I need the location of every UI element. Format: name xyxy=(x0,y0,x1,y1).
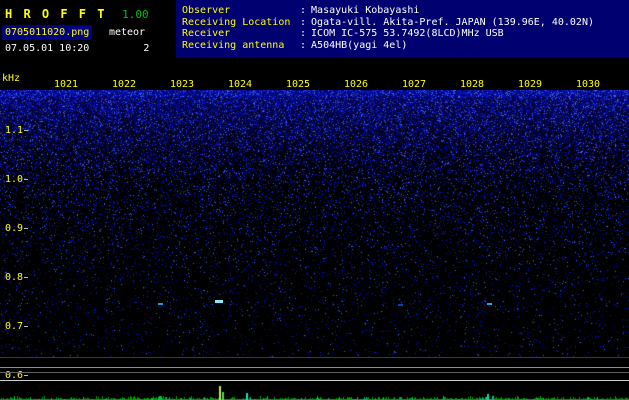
info-label: Observer xyxy=(182,5,300,17)
info-colon: : xyxy=(300,17,306,28)
file-row: 0705011020.png meteor xyxy=(2,20,145,39)
info-row-antenna: Receiving antenna: A504HB(yagi 4el) xyxy=(182,40,629,52)
mode-label: meteor xyxy=(109,27,145,38)
x-tick-label: 1022 xyxy=(110,79,138,90)
x-tick-label: 1027 xyxy=(400,79,428,90)
separator-line xyxy=(0,372,629,373)
meteor-echo xyxy=(398,304,403,306)
y-tick-mark xyxy=(24,375,28,376)
info-label: Receiving Location xyxy=(182,17,300,29)
info-value: ICOM IC-575 53.7492(8LCD)MHz USB xyxy=(311,28,504,39)
time-row: 07.05.01 10:20 2 xyxy=(5,43,149,54)
x-tick-label: 1021 xyxy=(52,79,80,90)
y-tick-label: 0.9 xyxy=(3,223,23,234)
info-value: Masayuki Kobayashi xyxy=(311,5,419,16)
datetime-label: 07.05.01 10:20 xyxy=(5,43,89,54)
meteor-echo xyxy=(215,300,223,303)
info-row-receiver: Receiver: ICOM IC-575 53.7492(8LCD)MHz US… xyxy=(182,28,629,40)
app-title: H R O F F T xyxy=(5,7,106,21)
info-value: Ogata-vill. Akita-Pref. JAPAN (139.96E, … xyxy=(311,17,594,28)
info-row-location: Receiving Location: Ogata-vill. Akita-Pre… xyxy=(182,17,629,29)
x-tick-label: 1028 xyxy=(458,79,486,90)
signal-meter-canvas xyxy=(0,383,629,400)
info-value: A504HB(yagi 4el) xyxy=(311,40,407,51)
y-tick-mark xyxy=(24,326,28,327)
info-label: Receiver xyxy=(182,28,300,40)
hrofft-screen: H R O F F T 1.00 0705011020.png meteor 0… xyxy=(0,0,629,400)
header-left: H R O F F T 1.00 0705011020.png meteor 0… xyxy=(0,0,176,72)
x-tick-label: 1025 xyxy=(284,79,312,90)
y-axis-unit-label: kHz xyxy=(2,73,20,84)
observer-info-panel: Observer: Masayuki Kobayashi Receiving Lo… xyxy=(176,0,629,58)
y-tick-mark xyxy=(24,179,28,180)
meteor-echo xyxy=(487,303,492,305)
y-tick-mark xyxy=(24,277,28,278)
spectrogram-noise-canvas xyxy=(0,90,629,357)
echo-count: 2 xyxy=(143,43,149,54)
y-tick-label: 0.8 xyxy=(3,272,23,283)
info-colon: : xyxy=(300,28,306,39)
x-tick-label: 1030 xyxy=(574,79,602,90)
x-tick-label: 1029 xyxy=(516,79,544,90)
x-tick-label: 1024 xyxy=(226,79,254,90)
meteor-echo xyxy=(158,303,163,305)
separator-line xyxy=(0,367,629,368)
y-tick-mark xyxy=(24,228,28,229)
x-tick-label: 1026 xyxy=(342,79,370,90)
y-tick-label: 0.7 xyxy=(3,321,23,332)
info-colon: : xyxy=(300,40,306,51)
separator-line xyxy=(0,357,629,358)
separator-line xyxy=(0,380,629,381)
y-tick-mark xyxy=(24,130,28,131)
info-label: Receiving antenna xyxy=(182,40,300,52)
x-tick-label: 1023 xyxy=(168,79,196,90)
y-tick-label: 1.0 xyxy=(3,174,23,185)
filename-badge: 0705011020.png xyxy=(2,25,92,40)
y-tick-label: 1.1 xyxy=(3,125,23,136)
info-row-observer: Observer: Masayuki Kobayashi xyxy=(182,5,629,17)
info-colon: : xyxy=(300,5,306,16)
